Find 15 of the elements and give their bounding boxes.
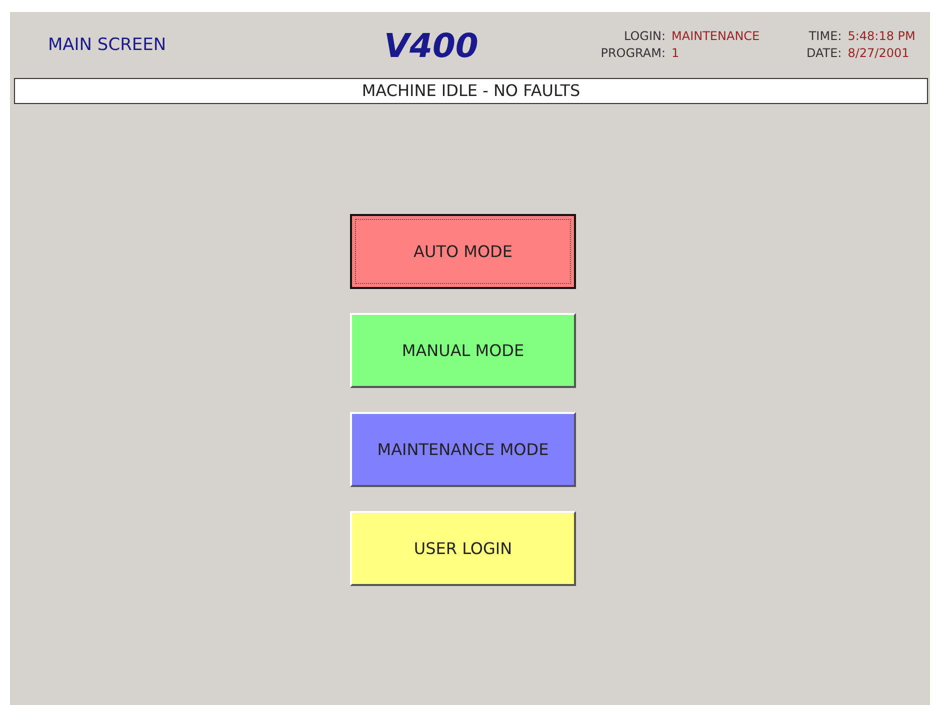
date-label: DATE: [805, 45, 842, 62]
mode-button[interactable]: MANUAL MODE [350, 313, 576, 388]
program-label: PROGRAM: [600, 45, 666, 62]
program-value: 1 [672, 45, 680, 62]
logo: V400 [384, 26, 480, 64]
mode-button[interactable]: USER LOGIN [350, 511, 576, 586]
time-label: TIME: [808, 28, 842, 45]
screen-title: MAIN SCREEN [48, 35, 168, 55]
mode-button[interactable]: MAINTENANCE MODE [350, 412, 576, 487]
status-bar: MACHINE IDLE - NO FAULTS [14, 78, 928, 104]
login-value: MAINTENANCE [672, 28, 761, 45]
date-value: 8/27/2001 [848, 45, 910, 62]
login-label: LOGIN: [622, 28, 666, 45]
mode-button[interactable]: AUTO MODE [350, 214, 576, 289]
time-value: 5:48:18 PM [848, 28, 916, 45]
